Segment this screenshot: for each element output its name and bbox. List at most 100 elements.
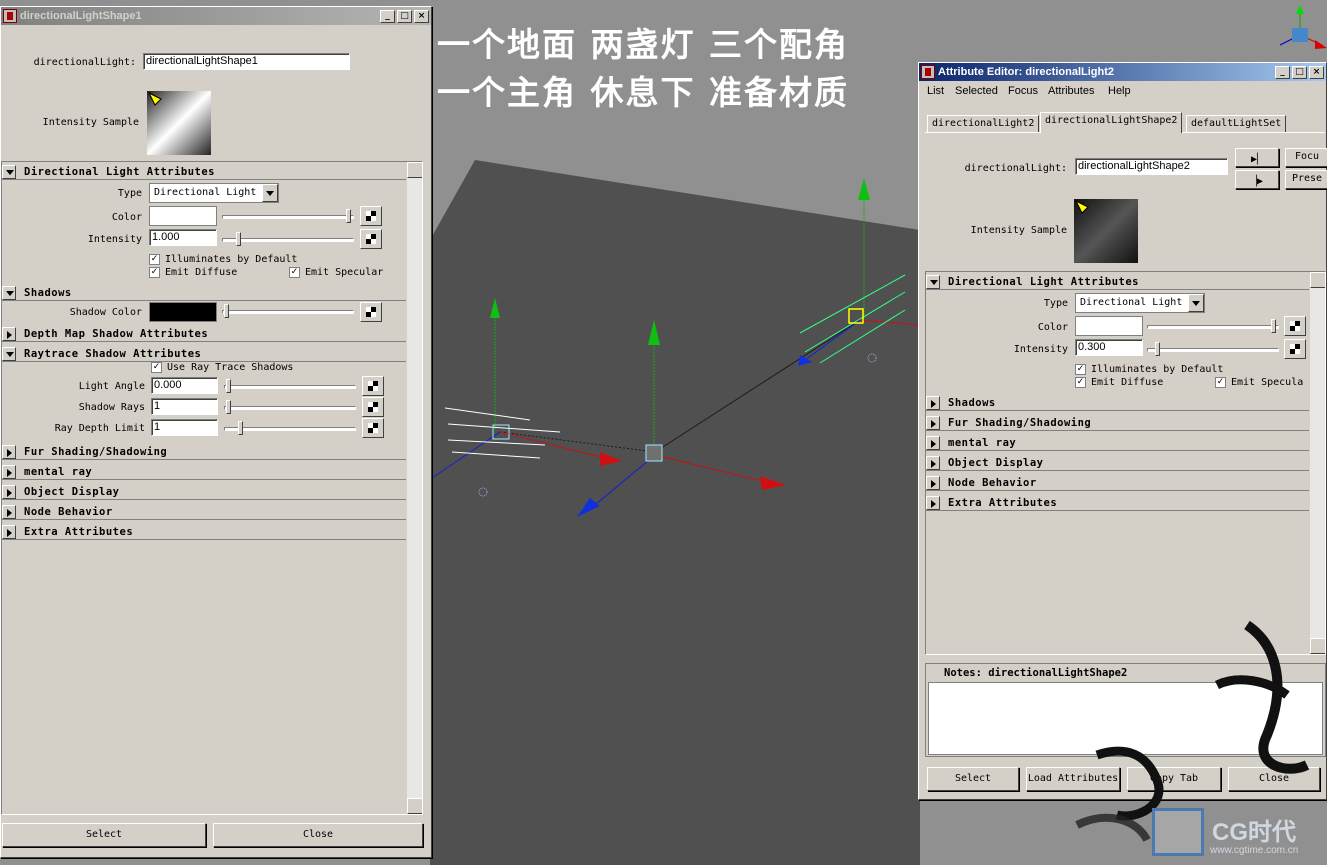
intensity-slider[interactable] [1147, 342, 1279, 356]
section-shadows[interactable]: Shadows [2, 285, 406, 301]
shadow-color-swatch[interactable] [149, 302, 217, 322]
maya-app-icon [3, 9, 17, 23]
map-shadow-color-button[interactable] [360, 302, 382, 322]
section-depth-map-shadow[interactable]: Depth Map Shadow Attributes [2, 326, 406, 342]
intensity-field[interactable]: 0.300 [1075, 339, 1143, 356]
section-shadows[interactable]: Shadows [926, 395, 1309, 411]
select-button[interactable]: Select [927, 767, 1019, 791]
section-object-display[interactable]: Object Display [926, 455, 1309, 471]
tab-directionallightshape2[interactable]: directionalLightShape2 [1040, 112, 1183, 133]
menu-list[interactable]: List [927, 85, 944, 97]
window-titlebar[interactable]: directionalLightShape1 _ □ × [1, 7, 431, 25]
attribute-scroll-area[interactable]: Directional Light Attributes Type Direct… [1, 161, 423, 815]
focus-button[interactable]: Focu [1285, 148, 1327, 167]
shadow-color-slider[interactable] [222, 304, 354, 318]
watermark-url: www.cgtime.com.cn [1210, 845, 1299, 856]
emit-diffuse-checkbox[interactable]: ✓ Emit Diffuse [1075, 377, 1163, 388]
illuminates-checkbox[interactable]: ✓ Illuminates by Default [149, 254, 297, 265]
output-arrow-icon: ▕▶ [1250, 176, 1264, 187]
expand-arrow-icon [926, 475, 940, 490]
color-swatch[interactable] [1075, 316, 1143, 336]
map-light-angle-button[interactable] [362, 376, 384, 396]
presets-button[interactable]: Prese [1285, 170, 1327, 189]
menu-focus[interactable]: Focus [1008, 85, 1038, 97]
emit-diffuse-checkbox[interactable]: ✓ Emit Diffuse [149, 267, 237, 278]
section-node-behavior[interactable]: Node Behavior [2, 504, 406, 520]
menu-help[interactable]: Help [1108, 85, 1131, 97]
menu-attributes[interactable]: Attributes [1048, 85, 1094, 97]
illuminates-checkbox[interactable]: ✓ Illuminates by Default [1075, 364, 1223, 375]
expand-arrow-icon [2, 326, 16, 341]
section-directional-light[interactable]: Directional Light Attributes [926, 274, 1309, 290]
window-title: Attribute Editor: directionalLight2 [938, 66, 1114, 78]
expand-arrow-icon [2, 444, 16, 459]
close-icon[interactable]: × [414, 9, 429, 23]
section-node-behavior[interactable]: Node Behavior [926, 475, 1309, 491]
section-extra-attributes[interactable]: Extra Attributes [2, 524, 406, 540]
node-label: directionalLight: [964, 163, 1067, 174]
type-label: Type [117, 188, 142, 199]
tab-defaultlightset[interactable]: defaultLightSet [1186, 115, 1287, 133]
maximize-button[interactable]: □ [1292, 65, 1307, 79]
maximize-button[interactable]: □ [397, 9, 412, 23]
light-angle-slider[interactable] [224, 379, 356, 393]
vertical-scrollbar[interactable] [406, 162, 422, 814]
minimize-button[interactable]: _ [380, 9, 395, 23]
emit-specular-checkbox[interactable]: ✓ Emit Specular [289, 267, 383, 278]
shadow-rays-field[interactable]: 1 [151, 398, 218, 415]
ray-depth-field[interactable]: 1 [151, 419, 218, 436]
go-to-input-button[interactable]: ▶▏ [1235, 148, 1279, 167]
select-button[interactable]: Select [2, 823, 206, 847]
node-name-field[interactable]: directionalLightShape1 [143, 53, 350, 70]
section-object-display[interactable]: Object Display [2, 484, 406, 500]
intensity-label: Intensity [87, 234, 142, 245]
vertical-scrollbar[interactable] [1309, 272, 1325, 654]
window-titlebar[interactable]: Attribute Editor: directionalLight2 _ □ … [919, 63, 1326, 81]
expand-arrow-icon [2, 504, 16, 519]
watermark-brand: CG时代 [1212, 819, 1296, 846]
map-intensity-button[interactable] [360, 229, 382, 249]
color-label: Color [1037, 322, 1068, 333]
section-fur-shading[interactable]: Fur Shading/Shadowing [926, 415, 1309, 431]
map-color-button[interactable] [360, 206, 382, 226]
section-mental-ray[interactable]: mental ray [926, 435, 1309, 451]
attribute-scroll-area[interactable]: Directional Light Attributes Type Direct… [925, 271, 1326, 655]
menu-selected[interactable]: Selected [955, 85, 998, 97]
color-slider[interactable] [1147, 319, 1279, 333]
section-raytrace-shadow[interactable]: Raytrace Shadow Attributes [2, 346, 406, 362]
maya-app-icon [921, 65, 935, 79]
ray-depth-slider[interactable] [224, 421, 356, 435]
color-label: Color [111, 212, 142, 223]
scroll-up-icon[interactable] [1310, 272, 1325, 288]
minimize-button[interactable]: _ [1275, 65, 1290, 79]
tab-directionallight2[interactable]: directionalLight2 [927, 115, 1040, 133]
color-slider[interactable] [222, 209, 354, 223]
map-shadow-rays-button[interactable] [362, 397, 384, 417]
expand-arrow-icon [926, 415, 940, 430]
light-bulb-icon [147, 91, 162, 106]
map-intensity-button[interactable] [1284, 339, 1306, 359]
type-dropdown[interactable]: Directional Light [1075, 293, 1205, 313]
expand-arrow-icon [926, 455, 940, 470]
section-mental-ray[interactable]: mental ray [2, 464, 406, 480]
color-swatch[interactable] [149, 206, 217, 226]
scroll-down-icon[interactable] [407, 798, 422, 814]
close-icon[interactable]: × [1309, 65, 1324, 79]
map-ray-depth-button[interactable] [362, 418, 384, 438]
emit-specular-checkbox[interactable]: ✓ Emit Specula [1215, 377, 1303, 388]
go-to-output-button[interactable]: ▕▶ [1235, 170, 1279, 189]
node-name-field[interactable]: directionalLightShape2 [1075, 158, 1228, 175]
type-dropdown[interactable]: Directional Light [149, 183, 279, 203]
intensity-field[interactable]: 1.000 [149, 229, 217, 246]
light-angle-field[interactable]: 0.000 [151, 377, 218, 394]
intensity-slider[interactable] [222, 232, 354, 246]
close-button[interactable]: Close [213, 823, 423, 847]
expand-arrow-icon [926, 435, 940, 450]
section-directional-light[interactable]: Directional Light Attributes [2, 164, 406, 180]
use-ray-trace-checkbox[interactable]: ✓ Use Ray Trace Shadows [151, 362, 293, 373]
section-extra-attributes[interactable]: Extra Attributes [926, 495, 1309, 511]
scroll-up-icon[interactable] [407, 162, 422, 178]
shadow-rays-slider[interactable] [224, 400, 356, 414]
section-fur-shading[interactable]: Fur Shading/Shadowing [2, 444, 406, 460]
map-color-button[interactable] [1284, 316, 1306, 336]
